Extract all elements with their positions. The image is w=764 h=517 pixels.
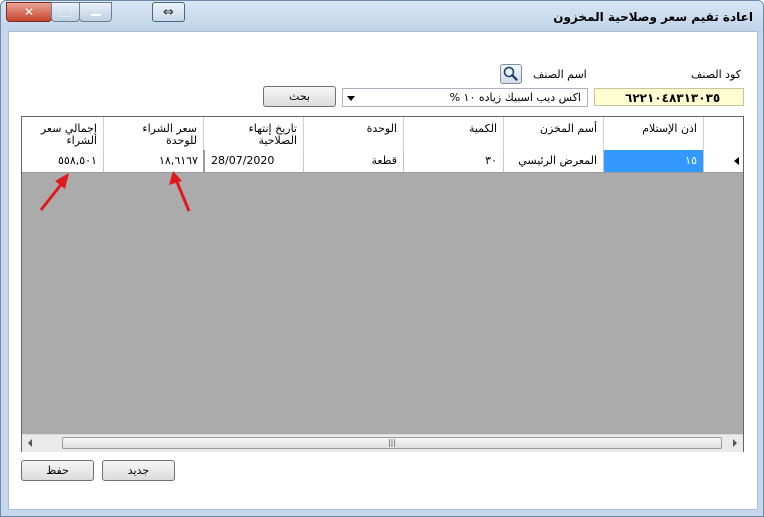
search-button[interactable]: بحث xyxy=(263,86,336,107)
column-header-receipt[interactable]: اذن الإستلام xyxy=(603,117,703,150)
item-code-label: كود الصنف xyxy=(691,68,741,81)
column-header-qty[interactable]: الكمية xyxy=(403,117,503,150)
app-window: ✕ ⇔ اعادة تقيم سعر وصلاحية المخزون كود ا… xyxy=(0,0,764,517)
new-button[interactable]: جديد xyxy=(102,460,175,481)
search-icon xyxy=(503,66,518,81)
column-header-unit-price[interactable]: سعر الشراء للوحدة xyxy=(103,117,203,150)
title-bar: ✕ ⇔ اعادة تقيم سعر وصلاحية المخزون xyxy=(1,1,763,31)
maximize-icon xyxy=(60,7,71,17)
row-header-corner xyxy=(703,117,743,150)
cell-qty[interactable]: ٣٠ xyxy=(403,150,503,172)
chevron-down-icon[interactable] xyxy=(347,96,355,101)
column-header-expiry[interactable]: تاريخ إنتهاء الصلاحية xyxy=(203,117,303,150)
close-button[interactable]: ✕ xyxy=(6,2,52,22)
row-header[interactable] xyxy=(703,150,743,172)
item-code-field[interactable]: ٦٢٢١٠٤٨٣١٣٠٣٥ xyxy=(594,88,744,106)
item-name-combo[interactable]: اكس ديب اسبيك زياده ١٠ % xyxy=(342,88,588,107)
row-pointer-icon xyxy=(734,157,739,165)
close-icon: ✕ xyxy=(23,5,35,19)
data-grid: اذن الإستلام أسم المخزن الكمية الوحدة تا… xyxy=(21,116,744,452)
search-icon-button[interactable] xyxy=(500,64,522,84)
column-header-unit[interactable]: الوحدة xyxy=(303,117,403,150)
cell-unit-price[interactable]: ١٨,٦١٦٧ xyxy=(103,150,203,172)
cell-unit[interactable]: قطعة xyxy=(303,150,403,172)
swap-button[interactable]: ⇔ xyxy=(152,2,185,22)
cell-expiry[interactable]: 28/07/2020 xyxy=(203,150,303,172)
scroll-left-icon[interactable] xyxy=(28,439,32,447)
table-row[interactable]: ١٥ المعرض الرئيسي ٣٠ قطعة 28/07/2020 ١٨,… xyxy=(22,150,743,173)
cell-store[interactable]: المعرض الرئيسي xyxy=(503,150,603,172)
horizontal-scrollbar[interactable]: ||| xyxy=(22,434,743,452)
grid-header: اذن الإستلام أسم المخزن الكمية الوحدة تا… xyxy=(22,117,743,151)
minimize-icon xyxy=(90,14,101,16)
save-button[interactable]: حفظ xyxy=(21,460,94,481)
scroll-right-icon[interactable] xyxy=(733,439,737,447)
cell-receipt[interactable]: ١٥ xyxy=(603,150,703,172)
swap-arrows-icon: ⇔ xyxy=(163,4,174,20)
scrollbar-thumb[interactable]: ||| xyxy=(62,437,722,449)
minimize-button[interactable] xyxy=(79,2,112,22)
column-header-total[interactable]: إجمالي سعر الشراء xyxy=(22,117,103,150)
cell-total[interactable]: ٥٥٨,٥٠١ xyxy=(22,150,103,172)
column-header-store[interactable]: أسم المخزن xyxy=(503,117,603,150)
maximize-button[interactable] xyxy=(51,2,80,22)
window-title: اعادة تقيم سعر وصلاحية المخزون xyxy=(553,10,753,24)
item-name-value: اكس ديب اسبيك زياده ١٠ % xyxy=(449,91,581,104)
item-name-label: اسم الصنف xyxy=(533,68,587,81)
